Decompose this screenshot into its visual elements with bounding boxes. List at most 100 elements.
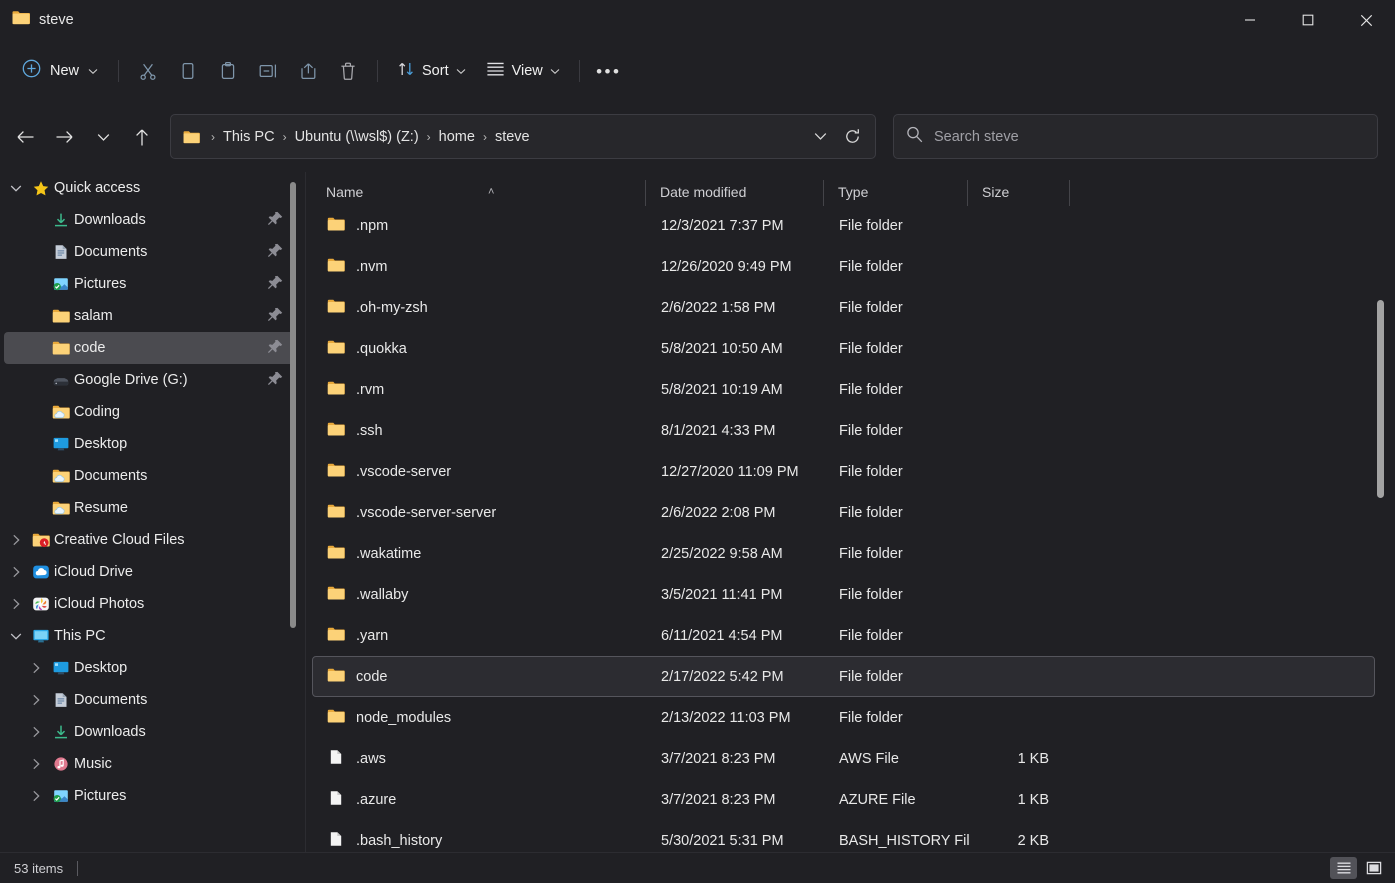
chevron-right-icon[interactable] [24, 726, 48, 738]
column-header-size[interactable]: Size [968, 180, 1070, 206]
address-bar[interactable]: › This PC › Ubuntu (\\wsl$) (Z:) › home … [170, 114, 876, 159]
chevron-down-icon[interactable] [4, 184, 28, 193]
file-row[interactable]: .npm 12/3/2021 7:37 PM File folder [312, 205, 1375, 246]
sidebar-item-label: Creative Cloud Files [54, 532, 185, 548]
rename-icon[interactable] [248, 53, 288, 89]
more-options-button[interactable]: ••• [589, 53, 629, 89]
sidebar-scrollbar-thumb[interactable] [290, 182, 296, 628]
sidebar-item-label: Documents [74, 692, 148, 708]
sidebar-item-creative-cloud-files[interactable]: Creative Cloud Files [4, 524, 296, 556]
file-row[interactable]: .vscode-server-server 2/6/2022 2:08 PM Fil… [312, 492, 1375, 533]
sidebar-item-salam[interactable]: salam [4, 300, 296, 332]
forward-button[interactable] [47, 120, 81, 154]
file-name-cell: .rvm [313, 380, 647, 400]
refresh-button[interactable] [837, 121, 867, 153]
breadcrumb-item-this-pc[interactable]: This PC [217, 125, 281, 149]
file-name-label: .azure [356, 791, 397, 808]
large-icons-view-button[interactable] [1360, 857, 1387, 879]
sidebar-item-code[interactable]: code [4, 332, 296, 364]
new-button[interactable]: New [14, 54, 109, 88]
sidebar-item-downloads[interactable]: Downloads [4, 204, 296, 236]
sidebar-item-label: Documents [74, 244, 148, 260]
file-row[interactable]: .quokka 5/8/2021 10:50 AM File folder [312, 328, 1375, 369]
sidebar-item-downloads[interactable]: Downloads [4, 716, 296, 748]
sidebar-item-desktop[interactable]: Desktop [4, 428, 296, 460]
details-view-button[interactable] [1330, 857, 1357, 879]
file-row[interactable]: .nvm 12/26/2020 9:49 PM File folder [312, 246, 1375, 287]
minimize-button[interactable] [1221, 0, 1279, 40]
chevron-right-icon[interactable] [24, 790, 48, 802]
sidebar-item-pictures[interactable]: Pictures [4, 780, 296, 812]
pin-icon[interactable] [266, 274, 284, 294]
chevron-right-icon[interactable] [24, 694, 48, 706]
file-date-cell: 3/7/2021 8:23 PM [661, 750, 776, 767]
sidebar-item-documents[interactable]: Documents [4, 684, 296, 716]
file-row[interactable]: .rvm 5/8/2021 10:19 AM File folder [312, 369, 1375, 410]
copy-icon[interactable] [168, 53, 208, 89]
back-button[interactable] [8, 120, 42, 154]
window-title: steve [39, 12, 74, 28]
view-button[interactable]: View [476, 54, 570, 88]
share-icon[interactable] [288, 53, 328, 89]
file-list-scrollbar-thumb[interactable] [1377, 300, 1384, 498]
sidebar-item-documents[interactable]: Documents [4, 460, 296, 492]
paste-icon[interactable] [208, 53, 248, 89]
file-row[interactable]: code 2/17/2022 5:42 PM File folder [312, 656, 1375, 697]
chevron-down-icon[interactable] [4, 632, 28, 641]
column-header-name[interactable]: Name ˄ [312, 180, 646, 206]
folder-icon [327, 626, 345, 646]
search-input[interactable]: Search steve [934, 129, 1019, 145]
maximize-button[interactable] [1279, 0, 1337, 40]
sidebar-item-quick-access[interactable]: Quick access [4, 172, 296, 204]
chevron-right-icon[interactable] [4, 598, 28, 610]
sidebar-item-label: Downloads [74, 724, 146, 740]
pin-icon[interactable] [266, 306, 284, 326]
breadcrumb-item-home[interactable]: home [433, 125, 481, 149]
column-header-date-modified[interactable]: Date modified [646, 180, 824, 206]
navigation-pane[interactable]: Quick access Downloads Documents Pictures sa… [0, 172, 300, 852]
cut-icon[interactable] [128, 53, 168, 89]
file-row[interactable]: .oh-my-zsh 2/6/2022 1:58 PM File folder [312, 287, 1375, 328]
sidebar-item-desktop[interactable]: Desktop [4, 652, 296, 684]
pane-divider[interactable] [305, 172, 306, 852]
file-row[interactable]: .azure 3/7/2021 8:23 PM AZURE File 1 KB [312, 779, 1375, 820]
file-icon [327, 790, 345, 810]
column-header-type-label: Type [838, 184, 869, 200]
sort-button[interactable]: Sort [387, 54, 476, 88]
file-row[interactable]: node_modules 2/13/2022 11:03 PM File folde… [312, 697, 1375, 738]
sidebar-item-this-pc[interactable]: This PC [4, 620, 296, 652]
file-row[interactable]: .vscode-server 12/27/2020 11:09 PM File fo… [312, 451, 1375, 492]
search-box[interactable]: Search steve [893, 114, 1378, 159]
file-row[interactable]: .yarn 6/11/2021 4:54 PM File folder [312, 615, 1375, 656]
sidebar-item-icloud-photos[interactable]: iCloud Photos [4, 588, 296, 620]
breadcrumb-item-ubuntu-wsl[interactable]: Ubuntu (\\wsl$) (Z:) [289, 125, 425, 149]
close-button[interactable] [1337, 0, 1395, 40]
chevron-right-icon[interactable] [24, 662, 48, 674]
sidebar-item-icloud-drive[interactable]: iCloud Drive [4, 556, 296, 588]
sidebar-item-pictures[interactable]: Pictures [4, 268, 296, 300]
recent-locations-button[interactable] [86, 120, 120, 154]
file-row[interactable]: .wakatime 2/25/2022 9:58 AM File folder [312, 533, 1375, 574]
pin-icon[interactable] [266, 338, 284, 358]
column-header-type[interactable]: Type [824, 180, 968, 206]
sidebar-item-google-drive-g[interactable]: Google Drive (G:) [4, 364, 296, 396]
file-row[interactable]: .aws 3/7/2021 8:23 PM AWS File 1 KB [312, 738, 1375, 779]
sidebar-item-documents[interactable]: Documents [4, 236, 296, 268]
sidebar-item-coding[interactable]: Coding [4, 396, 296, 428]
sidebar-item-resume[interactable]: Resume [4, 492, 296, 524]
chevron-right-icon[interactable] [24, 758, 48, 770]
up-button[interactable] [125, 120, 159, 154]
pin-icon[interactable] [266, 370, 284, 390]
pin-icon[interactable] [266, 210, 284, 230]
sidebar-item-music[interactable]: Music [4, 748, 296, 780]
chevron-right-icon[interactable] [4, 534, 28, 546]
chevron-right-icon[interactable] [4, 566, 28, 578]
previous-locations-button[interactable] [805, 121, 835, 153]
breadcrumb-item-steve[interactable]: steve [489, 125, 536, 149]
file-row[interactable]: .bash_history 5/30/2021 5:31 PM BASH_HISTO… [312, 820, 1375, 852]
pin-icon[interactable] [266, 242, 284, 262]
file-row[interactable]: .wallaby 3/5/2021 11:41 PM File folder [312, 574, 1375, 615]
delete-icon[interactable] [328, 53, 368, 89]
file-row[interactable]: .ssh 8/1/2021 4:33 PM File folder [312, 410, 1375, 451]
file-name-label: .npm [356, 217, 389, 234]
